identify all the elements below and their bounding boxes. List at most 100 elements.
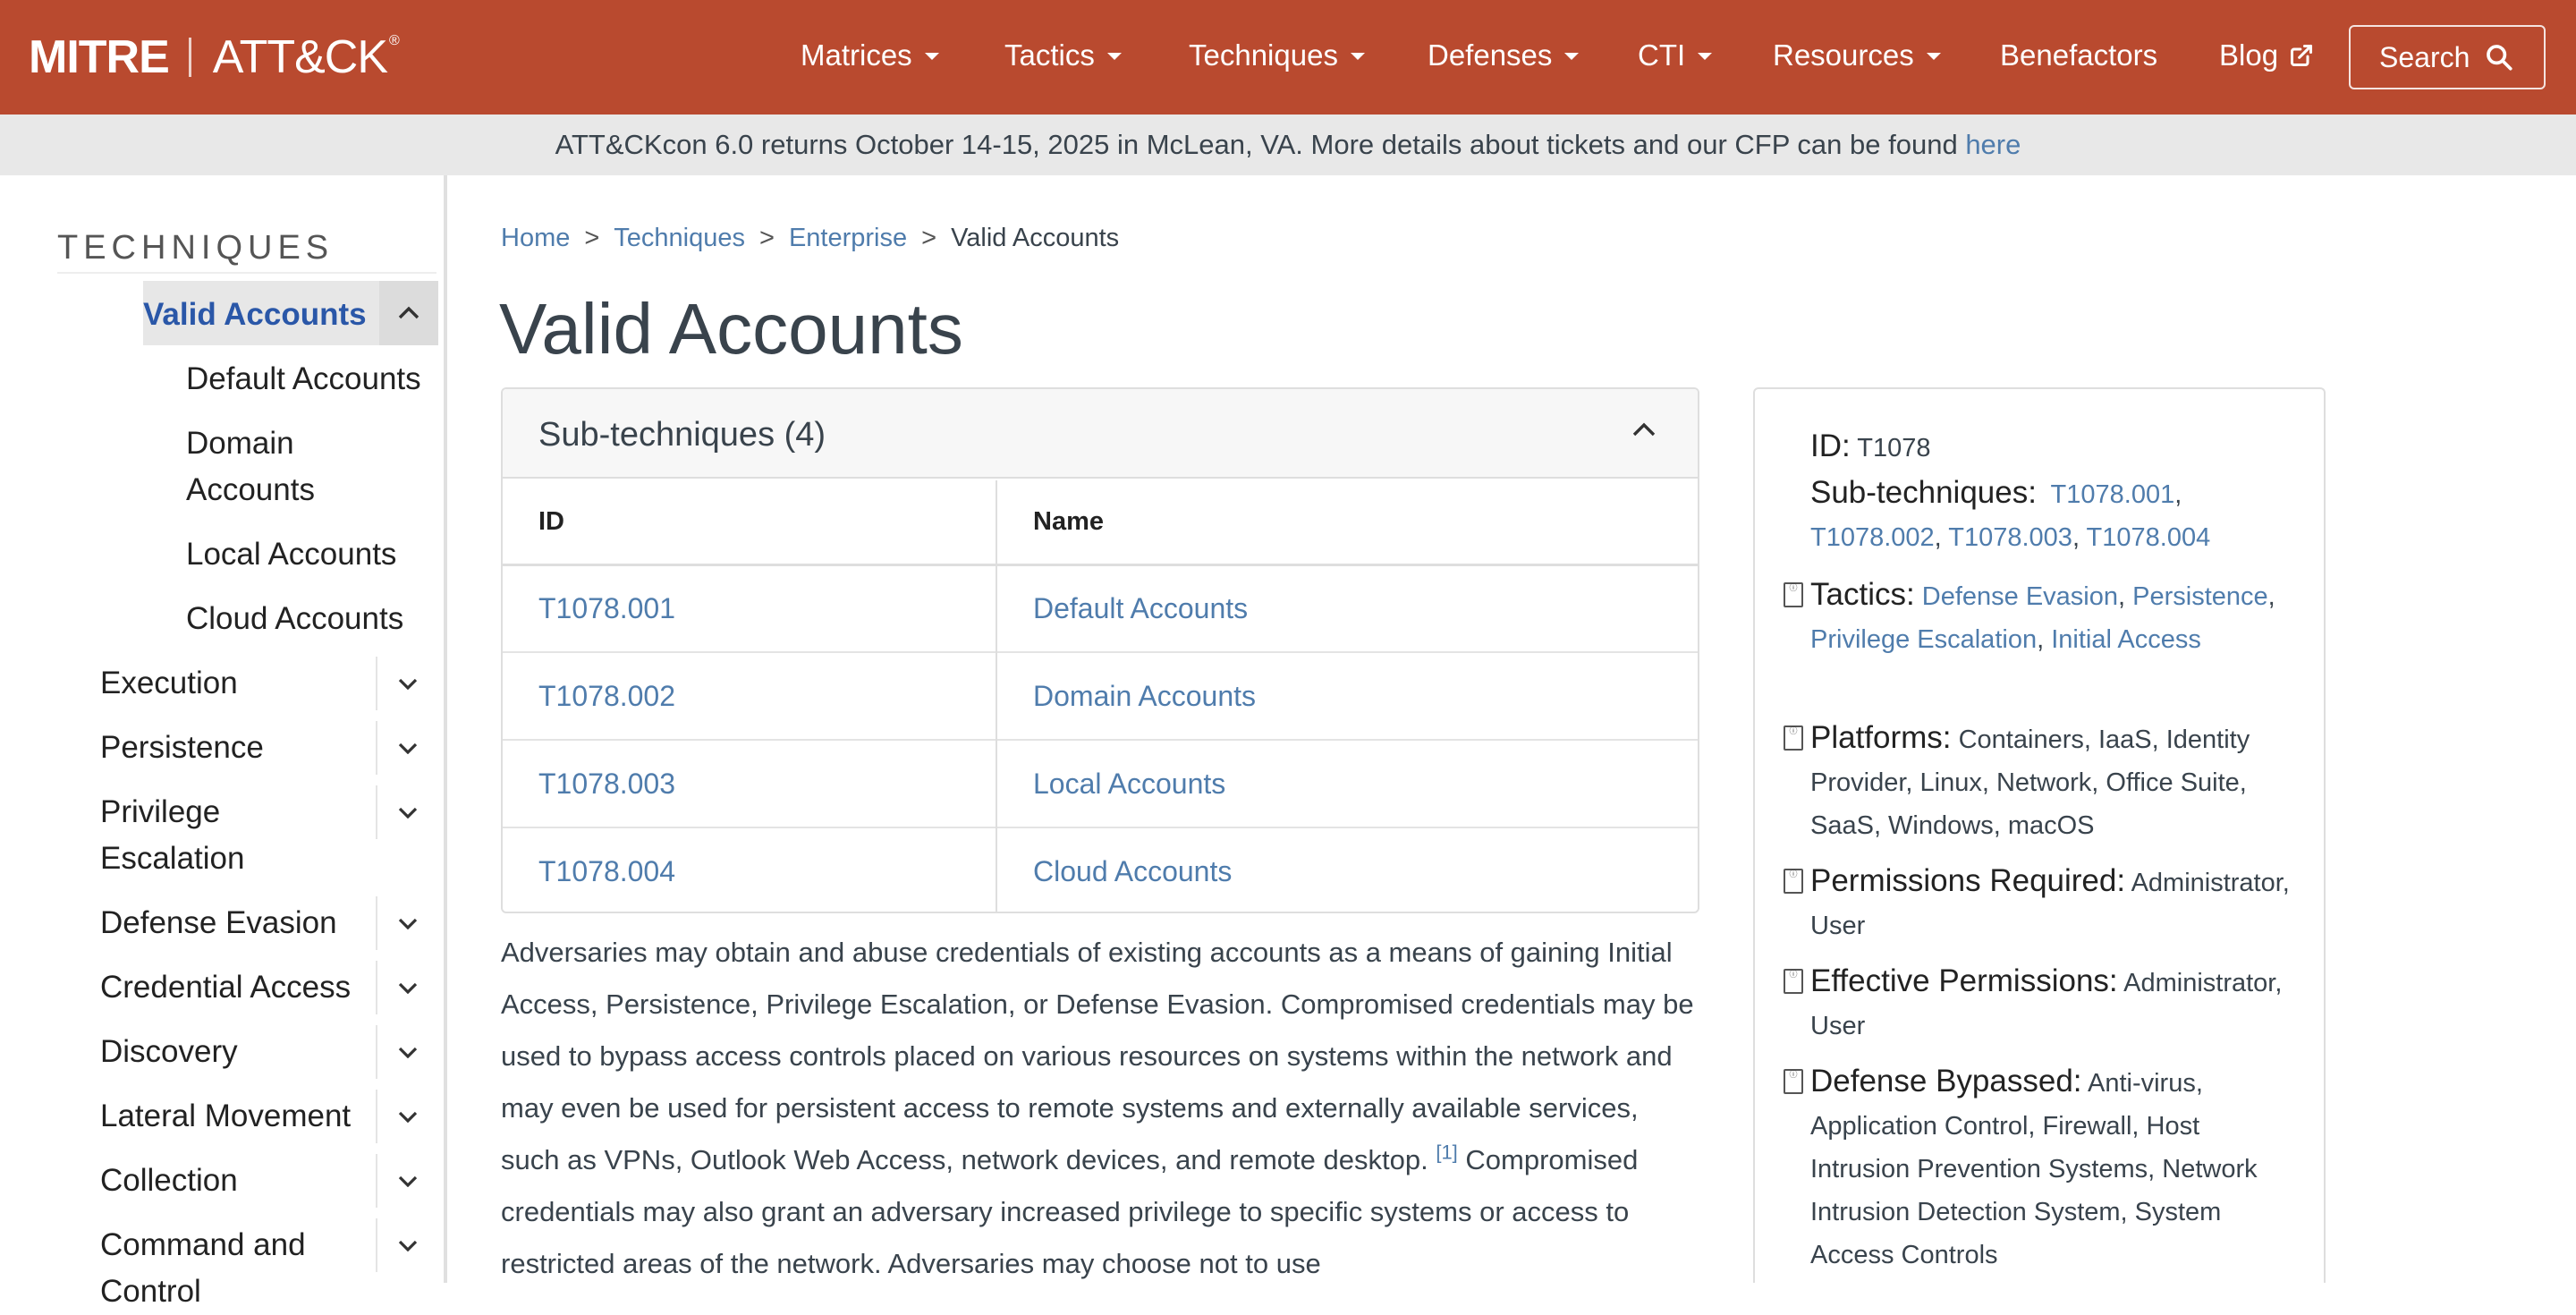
sidebar-item-persistence[interactable]: Persistence	[100, 725, 264, 771]
sidebar-item-label[interactable]: Valid Accounts	[143, 297, 367, 333]
chevron-down-icon	[398, 1240, 418, 1251]
info-subtech-link[interactable]: T1078.003	[1948, 523, 2072, 552]
expand-toggle[interactable]	[376, 1218, 438, 1272]
announcement-banner: ATT&CKcon 6.0 returns October 14-15, 202…	[0, 115, 2576, 175]
search-icon	[2487, 45, 2512, 71]
subtechnique-name-link[interactable]: Domain Accounts	[996, 651, 1698, 740]
table-row: T1078.003 Local Accounts	[503, 739, 1698, 827]
tactic-link[interactable]: Persistence	[2132, 582, 2268, 611]
breadcrumb-current: Valid Accounts	[951, 224, 1120, 252]
info-subtech-link[interactable]: T1078.001	[2051, 480, 2175, 509]
sidebar-item-lateral-movement[interactable]: Lateral Movement	[100, 1093, 351, 1140]
info-icon[interactable]: ⓘ	[1784, 582, 1803, 607]
sidebar-item-discovery[interactable]: Discovery	[100, 1029, 238, 1075]
expand-toggle[interactable]	[376, 961, 438, 1014]
subtechniques-card: Sub-techniques (4) ID Name T1078.001 Def…	[501, 387, 1699, 913]
info-icon[interactable]: ⓘ	[1784, 1069, 1803, 1094]
sidebar-item-default-accounts[interactable]: Default Accounts	[186, 356, 421, 403]
breadcrumb-enterprise[interactable]: Enterprise	[789, 224, 907, 252]
sidebar-item-collection[interactable]: Collection	[100, 1158, 238, 1204]
expand-toggle[interactable]	[376, 896, 438, 950]
info-icon[interactable]: ⓘ	[1784, 725, 1803, 751]
subtechnique-id-link[interactable]: T1078.004	[503, 827, 997, 912]
brand-mitre: MITRE	[29, 31, 170, 83]
chevron-up-icon[interactable]	[1631, 421, 1657, 437]
expand-toggle[interactable]	[376, 1025, 438, 1079]
subtechnique-id-link[interactable]: T1078.001	[503, 564, 997, 652]
chevron-down-icon	[924, 53, 939, 60]
sidebar-item-cloud-accounts[interactable]: Cloud Accounts	[186, 596, 403, 642]
nav-blog[interactable]: Blog	[2219, 36, 2314, 75]
subtechniques-title: Sub-techniques (4)	[538, 416, 826, 454]
sidebar-item-command-and-control[interactable]: Command and Control	[100, 1222, 315, 1315]
info-tactics: ⓘ Tactics: Defense Evasion, Persistence,…	[1784, 573, 2293, 661]
info-icon[interactable]: ⓘ	[1784, 869, 1803, 894]
expand-toggle[interactable]	[376, 1090, 438, 1143]
subtechnique-id-link[interactable]: T1078.003	[503, 739, 997, 827]
expand-toggle[interactable]	[376, 785, 438, 839]
expand-toggle[interactable]	[376, 1154, 438, 1208]
info-subtechniques: Sub-techniques: T1078.001, T1078.002, T1…	[1810, 475, 2211, 552]
chevron-down-icon	[1350, 53, 1365, 60]
chevron-down-icon	[398, 1175, 418, 1187]
sidebar-item-privilege-escalation[interactable]: Privilege Escalation	[100, 789, 315, 882]
expand-toggle[interactable]	[376, 657, 438, 710]
sidebar-item-defense-evasion[interactable]: Defense Evasion	[100, 900, 337, 946]
expand-toggle[interactable]	[376, 721, 438, 775]
nav-techniques[interactable]: Techniques	[1189, 36, 1365, 75]
chevron-down-icon	[1926, 53, 1941, 60]
technique-description: Adversaries may obtain and abuse credent…	[501, 937, 1694, 1279]
subtechniques-header[interactable]: Sub-techniques (4)	[503, 389, 1698, 479]
info-id: ID: T1078	[1810, 428, 1931, 463]
sidebar-item-domain-accounts[interactable]: Domain Accounts	[186, 420, 401, 513]
info-platforms: ⓘ Platforms: Containers, IaaS, Identity …	[1784, 717, 2293, 847]
external-link-icon	[2291, 44, 2313, 67]
mitre-attck-logo[interactable]: MITRE ATT&CK ®	[29, 31, 400, 83]
info-subtech-link[interactable]: T1078.004	[2087, 523, 2211, 552]
subtechnique-name-link[interactable]: Default Accounts	[996, 564, 1698, 652]
divider	[57, 272, 436, 274]
nav-matrices[interactable]: Matrices	[801, 36, 939, 75]
breadcrumb-techniques[interactable]: Techniques	[614, 224, 745, 252]
brand-divider	[188, 38, 191, 77]
chevron-up-icon	[398, 306, 419, 319]
nav-benefactors[interactable]: Benefactors	[2000, 36, 2157, 75]
technique-info-card: ID: T1078 Sub-techniques: T1078.001, T10…	[1753, 387, 2326, 1283]
subtechnique-id-link[interactable]: T1078.002	[503, 651, 997, 740]
table-row: T1078.001 Default Accounts	[503, 564, 1698, 652]
sidebar-heading: TECHNIQUES	[57, 229, 335, 267]
nav-tactics[interactable]: Tactics	[1004, 36, 1122, 75]
chevron-down-icon	[398, 1047, 418, 1058]
brand-attck: ATT&CK ®	[212, 31, 400, 83]
sidebar-item-credential-access[interactable]: Credential Access	[100, 964, 351, 1011]
chevron-down-icon	[398, 918, 418, 929]
tactic-link[interactable]: Defense Evasion	[1922, 582, 2118, 611]
sidebar-item-execution[interactable]: Execution	[100, 660, 238, 707]
banner-text: ATT&CKcon 6.0 returns October 14-15, 202…	[555, 129, 1966, 160]
tactic-link[interactable]: Initial Access	[2051, 625, 2201, 654]
breadcrumb-home[interactable]: Home	[501, 224, 570, 252]
search-button-label: Search	[2379, 40, 2470, 73]
chevron-down-icon	[398, 982, 418, 994]
nav-resources[interactable]: Resources	[1773, 36, 1941, 75]
reference-link[interactable]: [1]	[1436, 1141, 1457, 1164]
tactic-link[interactable]: Privilege Escalation	[1810, 625, 2037, 654]
chevron-down-icon	[398, 678, 418, 690]
table-row: T1078.002 Domain Accounts	[503, 651, 1698, 740]
collapse-toggle[interactable]	[379, 281, 438, 345]
search-button[interactable]: Search	[2349, 25, 2546, 89]
info-icon[interactable]: ⓘ	[1784, 969, 1803, 994]
chevron-down-icon	[1106, 53, 1122, 60]
column-header-name: Name	[996, 480, 1698, 566]
sidebar-item-local-accounts[interactable]: Local Accounts	[186, 531, 396, 578]
info-subtech-link[interactable]: T1078.002	[1810, 523, 1935, 552]
chevron-down-icon	[398, 742, 418, 754]
nav-defenses[interactable]: Defenses	[1428, 36, 1580, 75]
nav-cti[interactable]: CTI	[1638, 36, 1713, 75]
chevron-down-icon	[398, 807, 418, 819]
subtechnique-name-link[interactable]: Local Accounts	[996, 739, 1698, 827]
chevron-down-icon	[398, 1111, 418, 1123]
subtechnique-name-link[interactable]: Cloud Accounts	[996, 827, 1698, 912]
banner-link[interactable]: here	[1965, 129, 2021, 160]
page-title: Valid Accounts	[499, 289, 963, 369]
